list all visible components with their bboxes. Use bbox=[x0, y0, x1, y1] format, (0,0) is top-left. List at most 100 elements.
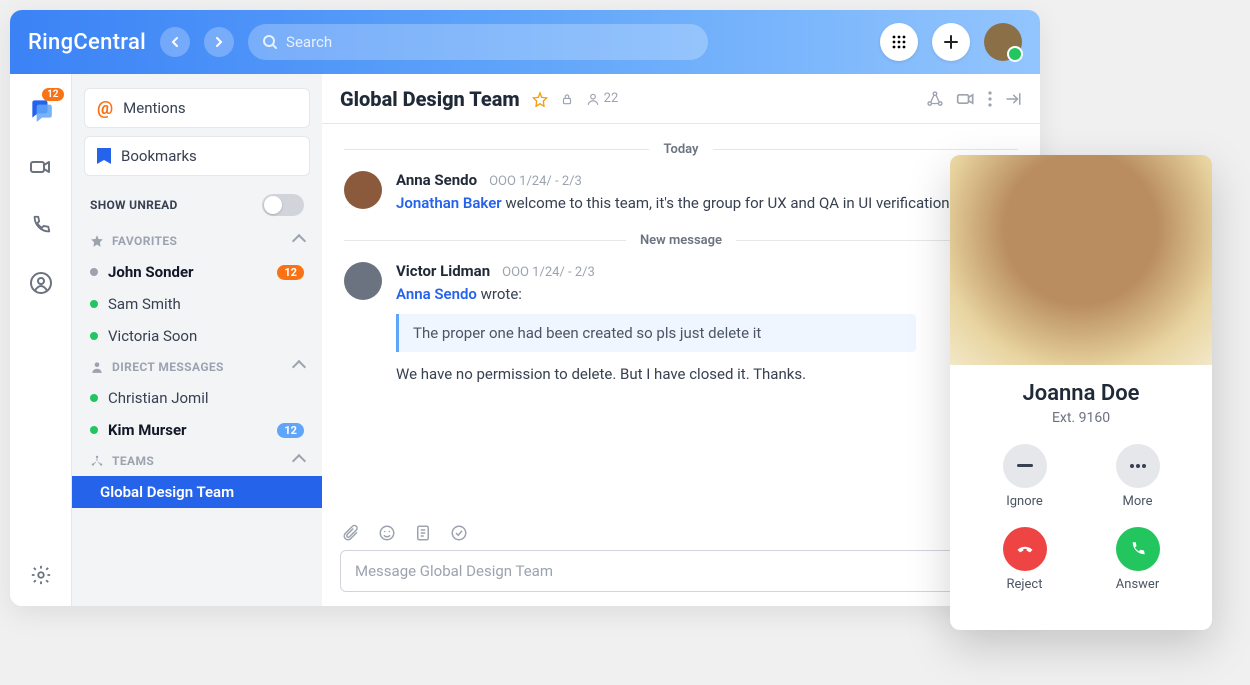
mentions-card[interactable]: @ Mentions bbox=[84, 88, 310, 128]
add-button[interactable] bbox=[932, 23, 970, 61]
message-text: We have no permission to delete. But I h… bbox=[396, 364, 1018, 386]
sidebar-item[interactable]: Global Design Team bbox=[72, 476, 322, 508]
avatar[interactable] bbox=[344, 262, 382, 300]
sidebar-item[interactable]: John Sonder 12 bbox=[72, 256, 322, 288]
reject-button[interactable]: Reject bbox=[1003, 527, 1047, 592]
composer bbox=[322, 512, 1040, 606]
chat-header: Global Design Team 22 bbox=[322, 74, 1040, 124]
phone-icon bbox=[1129, 540, 1147, 558]
message-timestamp: OOO 1/24/ - 2/3 bbox=[502, 265, 595, 280]
avatar[interactable] bbox=[344, 171, 382, 209]
sidebar-item[interactable]: Sam Smith bbox=[72, 288, 322, 320]
composer-input-box[interactable] bbox=[340, 550, 1022, 592]
emoji-icon bbox=[378, 524, 396, 542]
teams-label: TEAMS bbox=[112, 454, 154, 468]
show-unread-toggle[interactable] bbox=[262, 194, 304, 216]
unread-badge: 12 bbox=[277, 265, 304, 280]
topbar: RingCentral bbox=[10, 10, 1040, 74]
sidebar-item-label: Christian Jomil bbox=[108, 389, 209, 407]
bookmarks-card[interactable]: Bookmarks bbox=[84, 136, 310, 176]
video-icon bbox=[956, 89, 976, 109]
dialpad-button[interactable] bbox=[880, 23, 918, 61]
nav-back-button[interactable] bbox=[160, 27, 190, 57]
app-body: 12 @ Mentions Bookmarks bbox=[10, 74, 1040, 606]
presence-dot bbox=[90, 268, 98, 276]
chevron-right-icon bbox=[214, 37, 224, 47]
show-unread-row: SHOW UNREAD bbox=[72, 184, 322, 226]
direct-label: DIRECT MESSAGES bbox=[112, 360, 224, 374]
message: Victor Lidman OOO 1/24/ - 2/3 Anna Sendo… bbox=[344, 262, 1018, 386]
rail-contacts[interactable] bbox=[28, 270, 54, 296]
chevron-up-icon bbox=[292, 234, 306, 248]
chevron-up-icon bbox=[292, 454, 306, 468]
user-avatar[interactable] bbox=[984, 23, 1022, 61]
sidebar-item-label: Sam Smith bbox=[108, 295, 181, 313]
person-icon bbox=[586, 92, 600, 106]
message-author[interactable]: Anna Sendo bbox=[396, 171, 477, 189]
sidebar-item-label: John Sonder bbox=[108, 263, 194, 281]
brand-logo: RingCentral bbox=[28, 30, 146, 55]
mention[interactable]: Jonathan Baker bbox=[396, 194, 502, 212]
bookmarks-label: Bookmarks bbox=[121, 147, 197, 165]
nav-forward-button[interactable] bbox=[204, 27, 234, 57]
search-box[interactable] bbox=[248, 24, 708, 60]
start-video-button[interactable] bbox=[956, 89, 976, 109]
rail-settings[interactable] bbox=[28, 562, 54, 588]
message-author[interactable]: Victor Lidman bbox=[396, 262, 490, 280]
more-button[interactable]: More bbox=[1116, 444, 1160, 509]
presence-dot bbox=[90, 394, 98, 402]
more-options-button[interactable] bbox=[988, 91, 992, 107]
member-count[interactable]: 22 bbox=[586, 91, 619, 106]
emoji-button[interactable] bbox=[378, 524, 396, 542]
sidebar-item[interactable]: Christian Jomil bbox=[72, 382, 322, 414]
sidebar-item-label: Victoria Soon bbox=[108, 327, 197, 345]
star-icon bbox=[90, 234, 104, 248]
search-input[interactable] bbox=[286, 33, 694, 51]
note-button[interactable] bbox=[414, 524, 432, 542]
section-teams[interactable]: TEAMS bbox=[72, 446, 322, 476]
incoming-call-card: Joanna Doe Ext. 9160 Ignore More Reject … bbox=[950, 155, 1212, 630]
chevron-left-icon bbox=[170, 37, 180, 47]
dialpad-icon bbox=[891, 34, 907, 50]
section-favorites[interactable]: FAVORITES bbox=[72, 226, 322, 256]
expand-button[interactable] bbox=[1004, 90, 1022, 108]
divider-today: Today bbox=[344, 142, 1018, 157]
sidebar-item-label: Global Design Team bbox=[100, 483, 234, 501]
phone-icon bbox=[30, 214, 52, 236]
phone-down-icon bbox=[1015, 539, 1035, 559]
minus-icon bbox=[1017, 464, 1033, 468]
section-direct[interactable]: DIRECT MESSAGES bbox=[72, 352, 322, 382]
attach-button[interactable] bbox=[342, 524, 360, 542]
sidebar-item-label: Kim Murser bbox=[108, 421, 187, 439]
chat-title: Global Design Team bbox=[340, 87, 520, 111]
video-icon bbox=[29, 155, 53, 179]
rail-phone[interactable] bbox=[28, 212, 54, 238]
show-unread-label: SHOW UNREAD bbox=[90, 198, 178, 212]
ignore-button[interactable]: Ignore bbox=[1003, 444, 1047, 509]
network-icon bbox=[90, 454, 104, 468]
more-vertical-icon bbox=[988, 91, 992, 107]
rail-chat[interactable]: 12 bbox=[28, 96, 54, 122]
favorite-button[interactable] bbox=[532, 91, 548, 107]
rail-video[interactable] bbox=[28, 154, 54, 180]
at-icon: @ bbox=[97, 98, 113, 119]
caller-photo bbox=[950, 155, 1212, 365]
composer-input[interactable] bbox=[355, 562, 1007, 580]
mention[interactable]: Anna Sendo bbox=[396, 285, 477, 303]
sidebar-item[interactable]: Victoria Soon bbox=[72, 320, 322, 352]
note-icon bbox=[414, 524, 432, 542]
caller-ext: Ext. 9160 bbox=[968, 410, 1194, 426]
member-count-value: 22 bbox=[604, 91, 619, 106]
presence-dot bbox=[90, 300, 98, 308]
task-button[interactable] bbox=[450, 524, 468, 542]
message-list[interactable]: Today Anna Sendo OOO 1/24/ - 2/3 Jonatha… bbox=[322, 124, 1040, 512]
network-icon bbox=[926, 90, 944, 108]
divider-new: New message bbox=[344, 233, 1018, 248]
lock-icon bbox=[560, 92, 574, 106]
ignore-label: Ignore bbox=[1006, 494, 1043, 509]
app-integrations-button[interactable] bbox=[926, 90, 944, 108]
answer-button[interactable]: Answer bbox=[1116, 527, 1160, 592]
sidebar-item[interactable]: Kim Murser12 bbox=[72, 414, 322, 446]
mentions-label: Mentions bbox=[123, 99, 185, 117]
reject-label: Reject bbox=[1007, 577, 1043, 592]
